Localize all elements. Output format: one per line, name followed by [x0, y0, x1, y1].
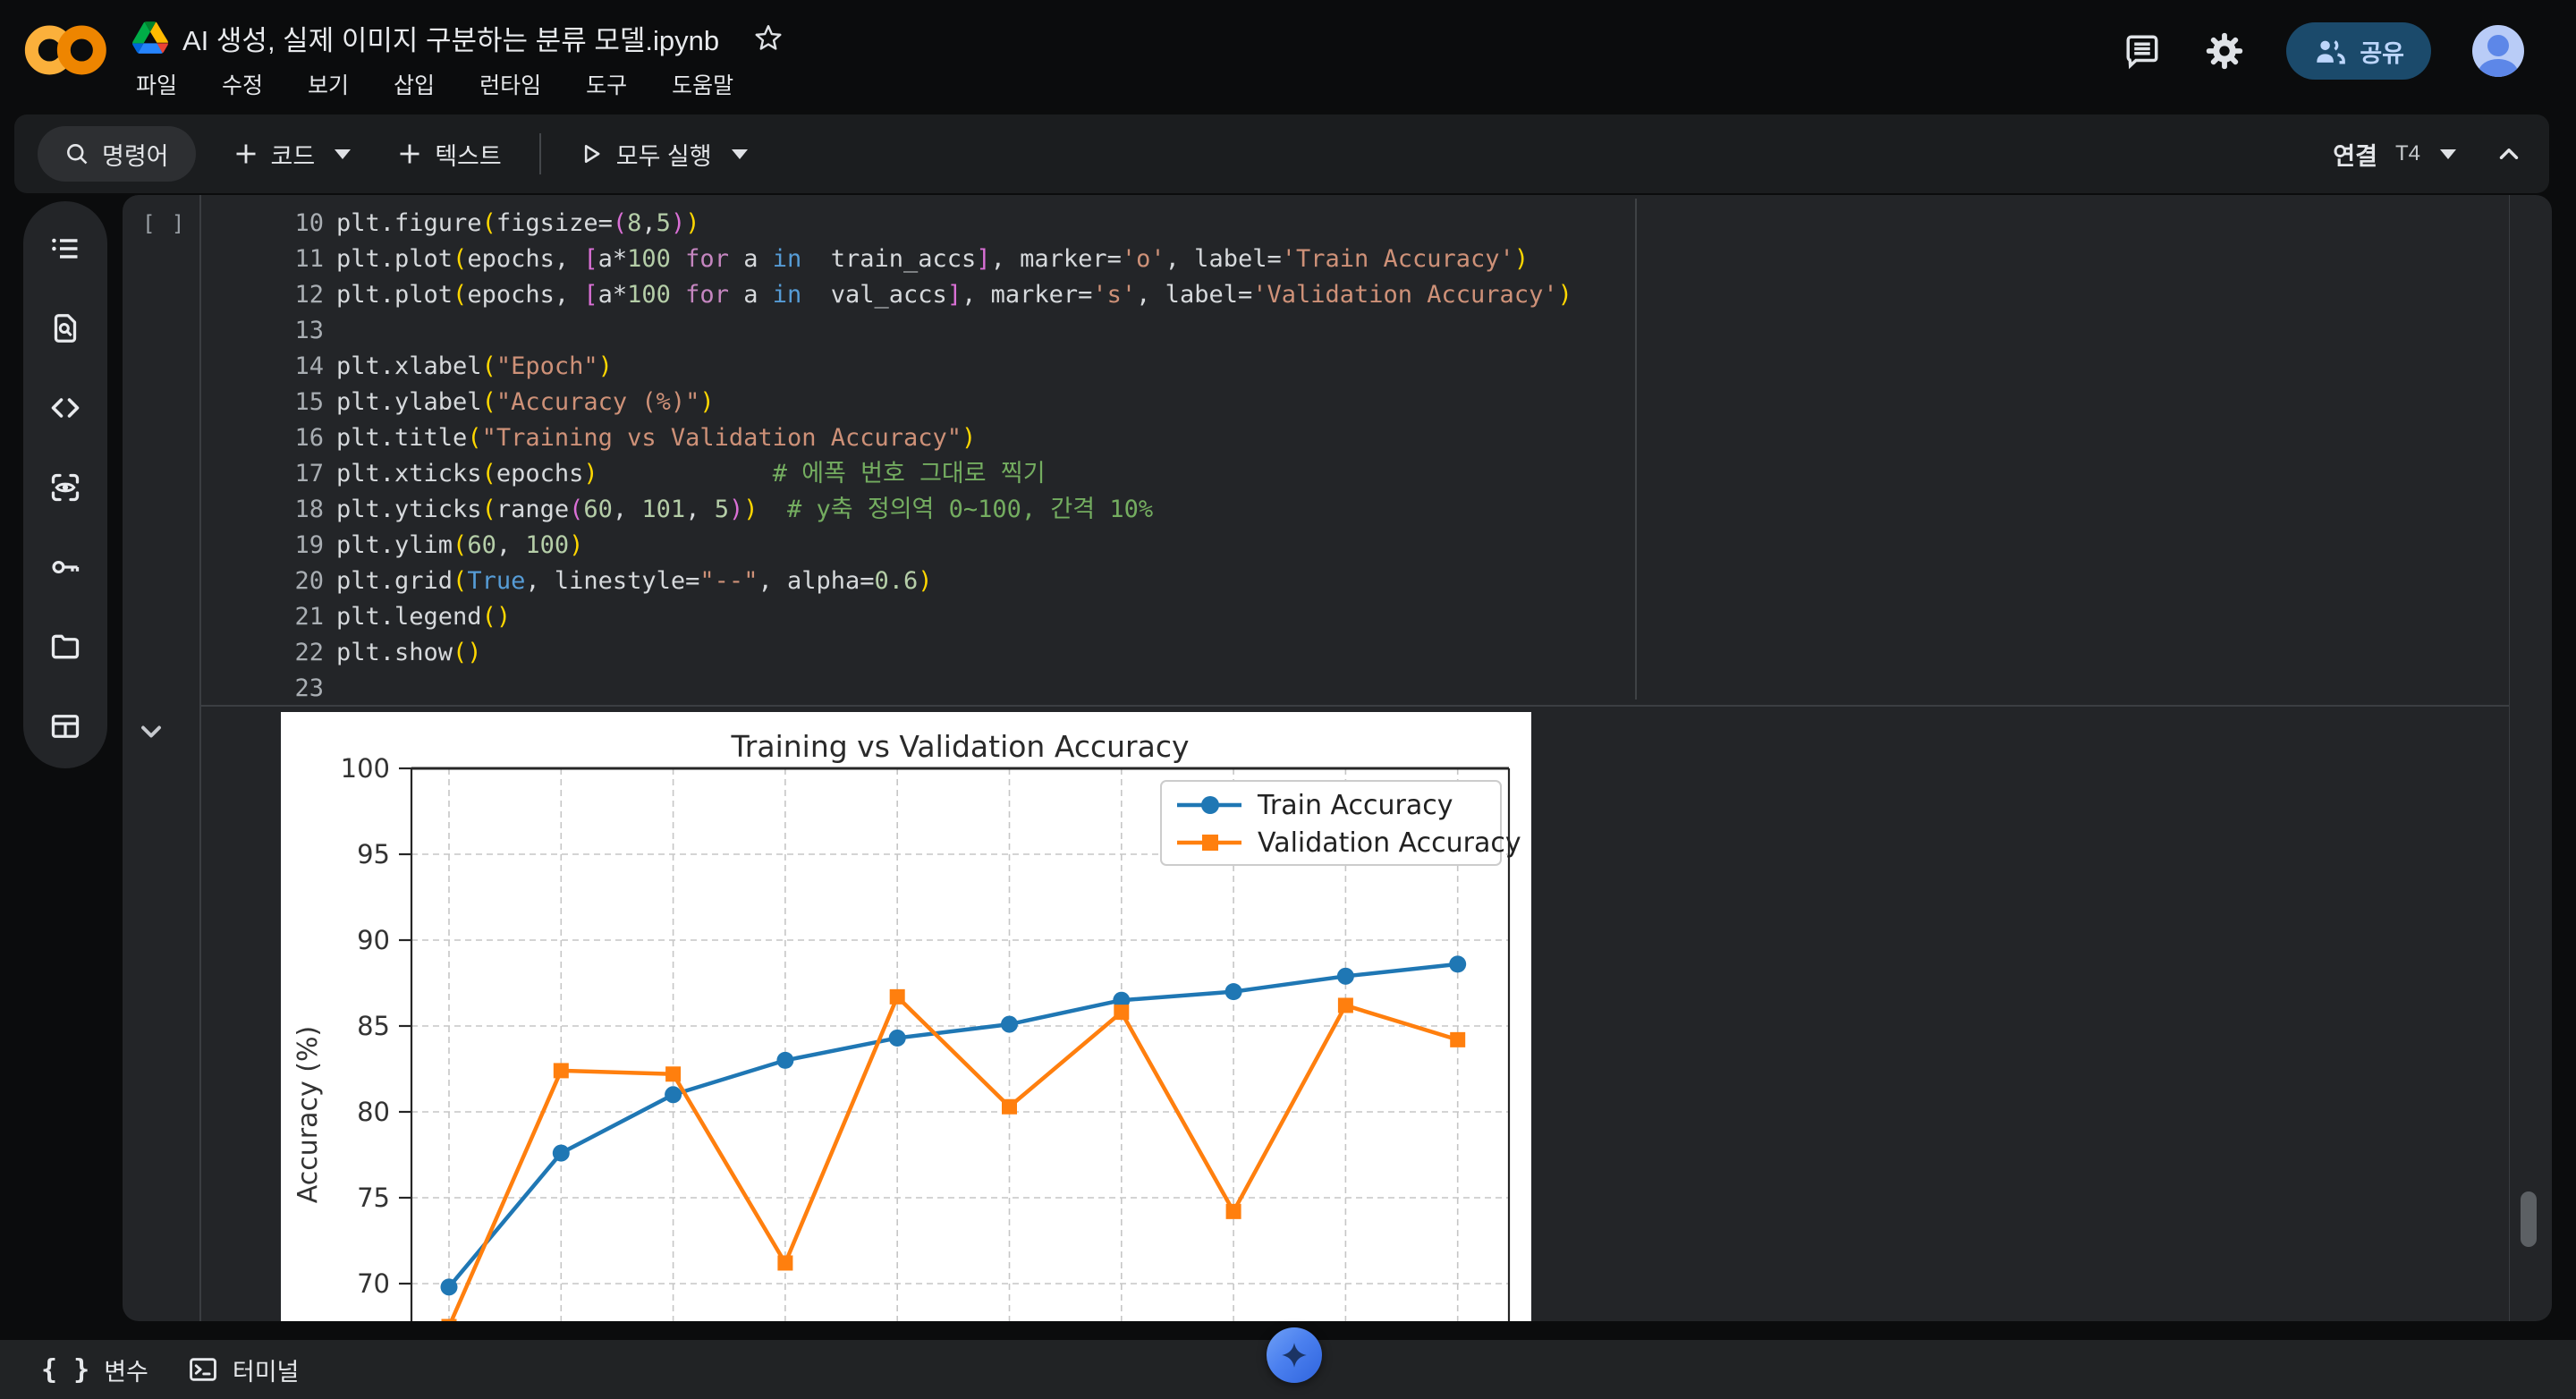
avatar[interactable]	[2472, 25, 2524, 77]
menu-item-2[interactable]: 보기	[297, 63, 360, 106]
code-line: 21 plt.legend()	[294, 603, 512, 631]
share-button[interactable]: 공유	[2286, 22, 2431, 80]
output-chart: 1009590858075706560Accuracy (%)Training …	[281, 712, 1531, 1321]
code-line: 11 plt.plot(epochs, [a*100 for a in train…	[294, 245, 1530, 273]
share-label: 공유	[2360, 39, 2404, 67]
menu-item-0[interactable]: 파일	[125, 63, 188, 106]
play-outline-icon	[584, 144, 600, 164]
search-icon	[67, 144, 88, 165]
menu-item-4[interactable]: 런타임	[469, 63, 552, 106]
comment-icon[interactable]	[2122, 30, 2163, 72]
data-table-icon[interactable]	[49, 709, 82, 742]
code-line: 13	[294, 317, 324, 344]
cell-output-divider	[200, 705, 2509, 707]
scrollbar-track	[2509, 195, 2510, 1321]
svg-text:70: 70	[357, 1268, 390, 1299]
code-line: 18 plt.yticks(range(60, 101, 5)) # y축 정의역…	[294, 496, 1154, 523]
code-editor[interactable]: 10 plt.figure(figsize=(8,5)) 11 plt.plot(ep…	[201, 195, 2509, 705]
menu-item-5[interactable]: 도구	[575, 63, 638, 106]
command-palette-label: 명령어	[102, 142, 169, 170]
code-line: 10 plt.figure(figsize=(8,5))	[294, 209, 700, 237]
menu-item-3[interactable]: 삽입	[383, 63, 445, 106]
svg-text:80: 80	[357, 1097, 390, 1127]
code-line: 17 plt.xticks(epochs) # 에폭 번호 그대로 찍기	[294, 460, 1046, 488]
notebook-area: [ ] 10 plt.figure(figsize=(8,5)) 11 plt.plo…	[123, 195, 2552, 1321]
add-code-button[interactable]: 코드	[223, 126, 362, 182]
drive-icon	[132, 21, 168, 54]
secrets-key-icon[interactable]	[49, 550, 82, 583]
connect-button[interactable]: 연결 T4	[2322, 126, 2467, 182]
runtime-type-badge: T4	[2394, 141, 2420, 165]
code-lines: 10 plt.figure(figsize=(8,5)) 11 plt.plot(ep…	[201, 206, 2509, 707]
cell-output: 1009590858075706560Accuracy (%)Training …	[281, 712, 1531, 1321]
cell-run-button[interactable]: [ ]	[142, 211, 186, 236]
app-header: AI 생성, 실제 이미지 구분하는 분류 모델.ipynb 파일 수정 보기 삽입 런…	[0, 0, 2576, 114]
svg-text:90: 90	[357, 925, 390, 955]
menu-item-6[interactable]: 도움말	[661, 63, 744, 106]
code-line: 19 plt.ylim(60, 100)	[294, 531, 584, 559]
notebook-title[interactable]: AI 생성, 실제 이미지 구분하는 분류 모델.ipynb	[182, 18, 719, 58]
terminal-panel-button[interactable]: 터미널	[188, 1352, 299, 1387]
code-line: 16 plt.title("Training vs Validation Accu…	[294, 424, 977, 452]
star-icon[interactable]	[753, 22, 784, 53]
code-line: 14 plt.xlabel("Epoch")	[294, 352, 613, 380]
braces-icon: { }	[41, 1353, 90, 1386]
svg-text:100: 100	[341, 753, 390, 784]
run-all-button[interactable]: 모두 실행	[568, 126, 758, 182]
command-palette-button[interactable]: 명령어	[38, 126, 196, 182]
menubar: 파일 수정 보기 삽입 런타임 도구 도움말	[125, 63, 744, 106]
colab-logo[interactable]	[23, 21, 109, 79]
terminal-icon	[190, 1358, 216, 1381]
table-of-contents-icon[interactable]	[49, 232, 82, 265]
collapse-output-icon[interactable]	[135, 716, 167, 748]
code-snippets-icon[interactable]	[49, 391, 82, 424]
left-sidebar	[23, 201, 107, 768]
chart-legend: Train Accuracy Validation Accuracy	[1160, 780, 1521, 866]
caret-down-icon[interactable]	[335, 148, 352, 159]
code-line: 22 plt.show()	[294, 639, 482, 666]
caret-down-icon[interactable]	[2440, 148, 2456, 159]
svg-text:75: 75	[357, 1183, 390, 1213]
gemini-spark-icon[interactable]	[1267, 1327, 1322, 1383]
collapse-header-icon[interactable]	[2494, 139, 2524, 169]
svg-text:Training vs Validation Accurac: Training vs Validation Accuracy	[730, 729, 1189, 764]
svg-text:95: 95	[357, 839, 390, 869]
code-line: 23	[294, 674, 324, 702]
toolbar-divider	[538, 133, 541, 174]
variables-panel-button[interactable]: { } 변수	[41, 1352, 148, 1387]
svg-text:Train Accuracy: Train Accuracy	[1257, 790, 1453, 821]
notebook-toolbar: 명령어 코드 텍스트 모두 실행 연결 T4	[14, 114, 2549, 193]
code-line: 20 plt.grid(True, linestyle="--", alpha=0…	[294, 567, 933, 595]
add-text-button[interactable]: 텍스트	[386, 126, 513, 182]
plus-icon	[236, 144, 256, 164]
find-replace-icon[interactable]	[49, 311, 82, 344]
svg-text:Validation Accuracy: Validation Accuracy	[1258, 827, 1521, 859]
caret-down-icon[interactable]	[731, 148, 748, 159]
files-folder-icon[interactable]	[49, 630, 82, 663]
code-line: 12 plt.plot(epochs, [a*100 for a in val_a…	[294, 281, 1572, 309]
menu-item-1[interactable]: 수정	[211, 63, 274, 106]
plus-icon	[400, 144, 419, 164]
scrollbar-thumb[interactable]	[2521, 1191, 2537, 1247]
svg-text:85: 85	[357, 1011, 390, 1041]
svg-text:Accuracy (%): Accuracy (%)	[292, 1026, 324, 1203]
code-line: 15 plt.ylabel("Accuracy (%)")	[294, 388, 715, 416]
share-people-icon	[2317, 40, 2346, 64]
vision-scan-icon[interactable]	[49, 471, 82, 504]
settings-gear-icon[interactable]	[2204, 30, 2245, 72]
